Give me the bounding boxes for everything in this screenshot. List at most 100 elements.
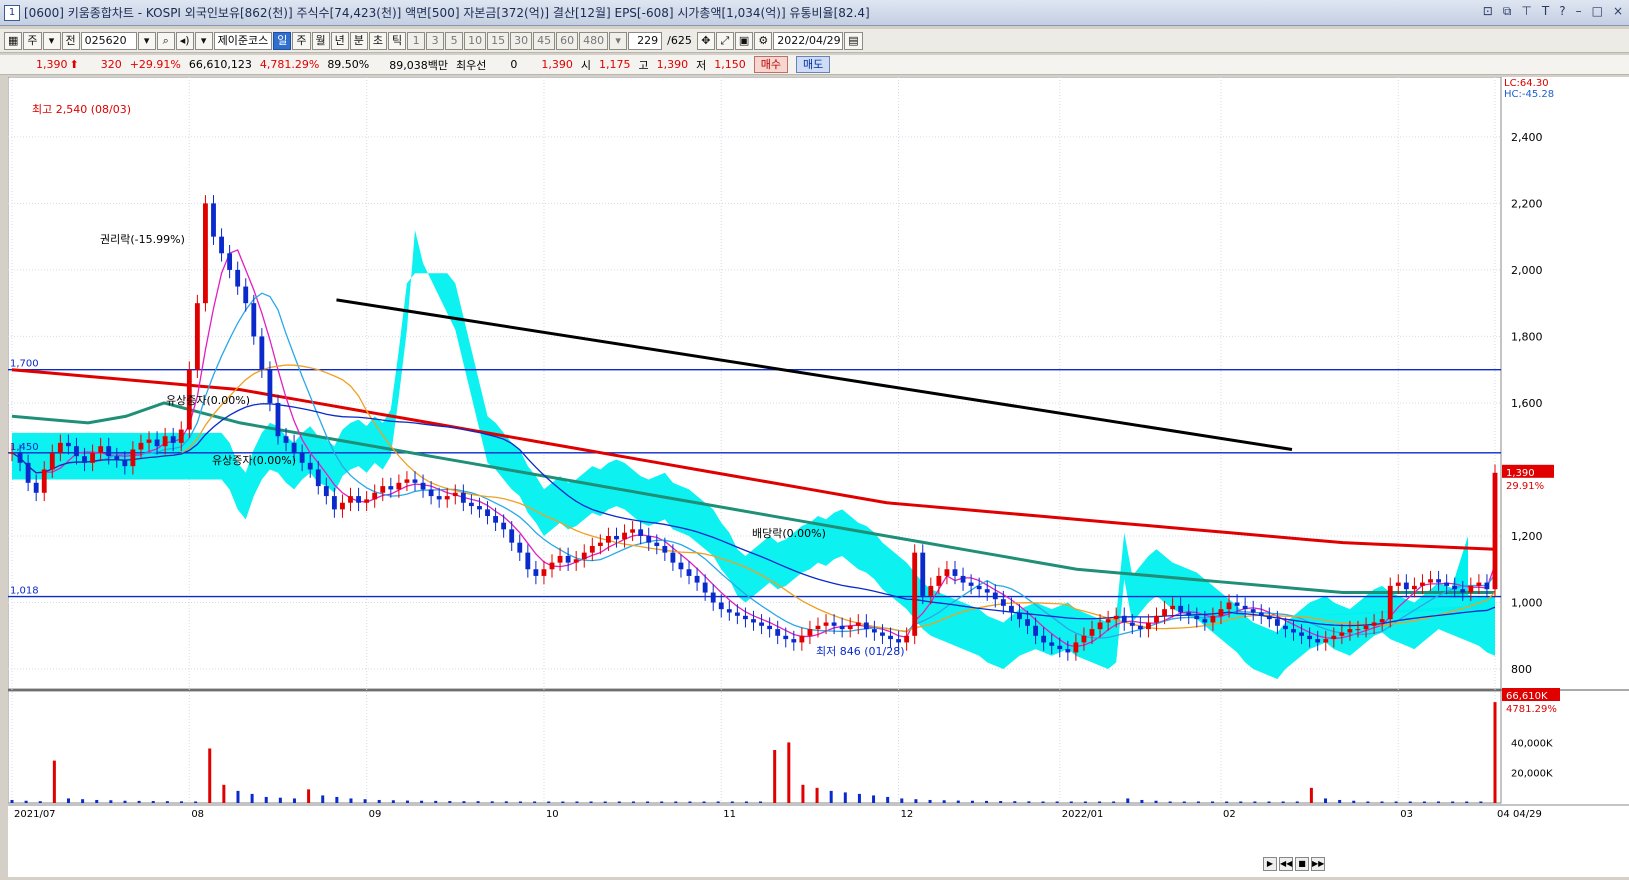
pin-icon[interactable]: ⊤ (1521, 4, 1531, 19)
candle[interactable] (25, 462, 31, 483)
candle[interactable] (315, 469, 321, 487)
candle[interactable] (1274, 619, 1280, 626)
candle[interactable] (203, 203, 208, 304)
candle[interactable] (452, 492, 458, 497)
fast-forward-icon[interactable]: ▶▶ (1311, 857, 1325, 871)
candle[interactable] (82, 456, 87, 463)
minute-10[interactable]: 10 (464, 31, 487, 50)
candle[interactable] (1170, 605, 1176, 610)
candle[interactable] (1250, 609, 1256, 613)
candle[interactable] (130, 449, 136, 467)
candle[interactable] (517, 542, 523, 553)
count-input[interactable]: 229 (628, 31, 663, 50)
candle[interactable] (340, 502, 345, 510)
search-icon[interactable]: ⌕ (156, 31, 175, 50)
candle[interactable] (936, 575, 942, 586)
minute-45[interactable]: 45 (533, 31, 556, 50)
period-minute[interactable]: 분 (349, 31, 368, 50)
candle[interactable] (259, 336, 265, 370)
candle[interactable] (1146, 622, 1151, 630)
candle[interactable] (372, 492, 378, 500)
candle[interactable] (694, 575, 700, 583)
candle[interactable] (1242, 605, 1248, 610)
candle[interactable] (396, 482, 402, 490)
candle[interactable] (323, 486, 329, 497)
candle[interactable] (509, 529, 515, 543)
candle[interactable] (1121, 615, 1127, 623)
candle[interactable] (815, 625, 821, 630)
chevron-down-icon[interactable]: ▾ (194, 31, 213, 50)
tools-icon[interactable]: ⤢ (715, 31, 734, 50)
candle[interactable] (525, 552, 531, 570)
candle[interactable] (1097, 622, 1103, 630)
sell-button[interactable]: 매도 (796, 56, 831, 73)
candle[interactable] (1234, 602, 1240, 606)
candle[interactable] (98, 446, 104, 453)
candle[interactable] (549, 562, 555, 570)
candle[interactable] (501, 522, 507, 530)
candle[interactable] (1178, 605, 1184, 613)
candle[interactable] (799, 635, 805, 643)
candle[interactable] (1283, 625, 1288, 630)
candle[interactable] (90, 452, 96, 463)
candle[interactable] (1154, 615, 1159, 623)
candle[interactable] (1218, 609, 1224, 616)
help-icon[interactable]: ? (1559, 4, 1565, 19)
candle[interactable] (646, 536, 652, 543)
candle[interactable] (1129, 622, 1135, 626)
candle[interactable] (57, 442, 63, 453)
candle[interactable] (1210, 615, 1216, 623)
duplicate-icon[interactable]: ⧉ (1503, 4, 1512, 19)
candle[interactable] (436, 496, 442, 500)
candle[interactable] (74, 446, 79, 457)
minute-1[interactable]: 1 (407, 31, 426, 50)
candle[interactable] (710, 592, 716, 603)
candle[interactable] (759, 622, 764, 626)
candle[interactable] (1162, 609, 1167, 616)
candle[interactable] (662, 545, 668, 553)
candle[interactable] (1137, 625, 1143, 630)
chevron-down-icon[interactable]: ▾ (137, 31, 156, 50)
candle[interactable] (154, 439, 160, 447)
candle[interactable] (404, 479, 410, 483)
candle[interactable] (356, 496, 361, 503)
candle[interactable] (1420, 582, 1425, 586)
candle[interactable] (412, 479, 418, 483)
candle[interactable] (1033, 625, 1039, 636)
candle[interactable] (211, 203, 216, 237)
candle[interactable] (41, 469, 47, 493)
candle[interactable] (1049, 642, 1055, 646)
candle[interactable] (122, 459, 128, 467)
candle[interactable] (839, 625, 845, 630)
candle[interactable] (541, 569, 547, 576)
candle[interactable] (638, 529, 644, 536)
candle[interactable] (1008, 605, 1014, 613)
candle[interactable] (1363, 625, 1369, 630)
candle[interactable] (1186, 612, 1192, 616)
date-input[interactable]: 2022/04/29 (773, 31, 844, 50)
candle[interactable] (630, 529, 636, 533)
candle[interactable] (831, 622, 837, 626)
candle[interactable] (1073, 642, 1079, 653)
candle[interactable] (888, 635, 893, 640)
candle[interactable] (1355, 629, 1361, 631)
candle[interactable] (1484, 582, 1490, 590)
candle[interactable] (976, 585, 982, 590)
candle[interactable] (1428, 579, 1433, 583)
candle[interactable] (855, 622, 861, 626)
candle[interactable] (775, 629, 781, 636)
candle[interactable] (1315, 639, 1321, 643)
calendar-icon[interactable]: ▤ (844, 31, 863, 50)
candle[interactable] (1436, 579, 1441, 583)
candle[interactable] (1468, 585, 1474, 593)
candle[interactable] (880, 632, 885, 636)
candle[interactable] (896, 639, 901, 643)
candle[interactable] (1081, 635, 1087, 643)
candle[interactable] (1411, 585, 1417, 590)
minute-15[interactable]: 15 (487, 31, 510, 50)
candle[interactable] (428, 489, 434, 497)
minute-60[interactable]: 60 (556, 31, 579, 50)
candle[interactable] (791, 639, 797, 643)
candle[interactable] (654, 542, 660, 546)
candle[interactable] (952, 569, 958, 576)
